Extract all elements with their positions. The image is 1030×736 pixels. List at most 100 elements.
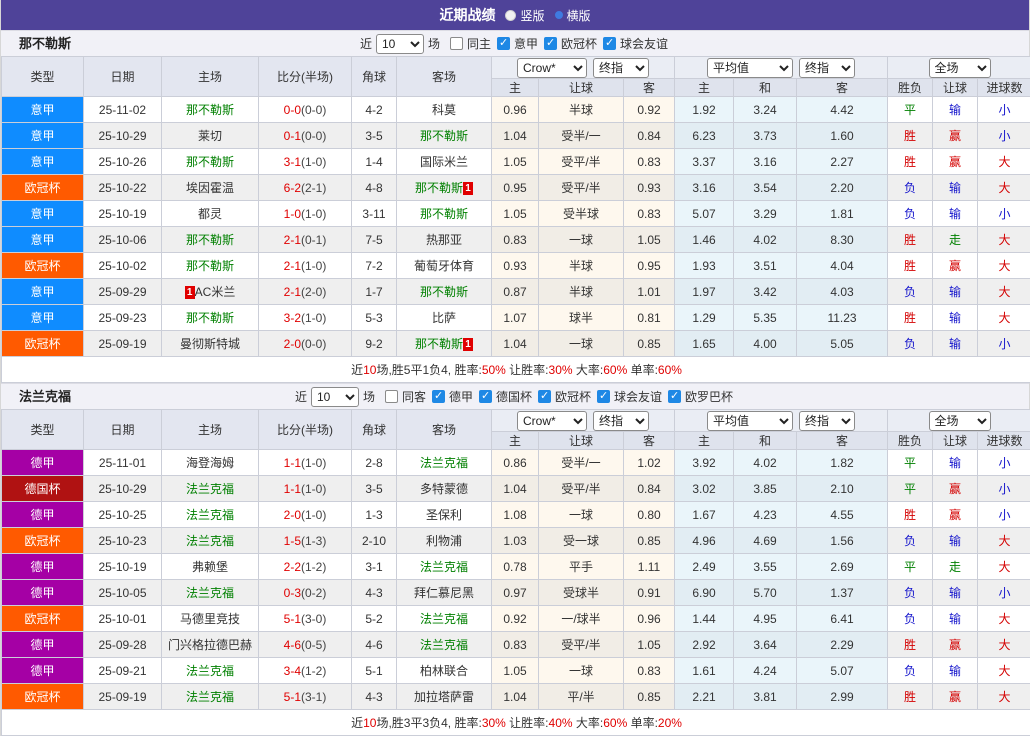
away-team-cell[interactable]: 葡萄牙体育	[397, 253, 492, 279]
team-name-link[interactable]: 那不勒斯	[420, 207, 468, 221]
result-scope-header-select[interactable]: 全场	[929, 58, 991, 78]
filter-checkbox[interactable]	[497, 37, 510, 50]
score-cell[interactable]: 5-1(3-0)	[259, 606, 352, 632]
away-team-cell[interactable]: 加拉塔萨雷	[397, 684, 492, 710]
team-name-link[interactable]: 柏林联合	[420, 664, 468, 678]
team-name-link[interactable]: 那不勒斯	[186, 233, 234, 247]
home-team-cell[interactable]: 都灵	[162, 201, 259, 227]
bookmaker-odds-header-select[interactable]: 终指	[593, 411, 649, 431]
away-team-cell[interactable]: 法兰克福	[397, 450, 492, 476]
score-cell[interactable]: 1-5(1-3)	[259, 528, 352, 554]
layout-radio-horizontal[interactable]: 横版	[555, 7, 591, 24]
score-cell[interactable]: 2-0(1-0)	[259, 502, 352, 528]
home-team-cell[interactable]: 马德里竞技	[162, 606, 259, 632]
team-name-link[interactable]: 弗赖堡	[192, 560, 228, 574]
score-cell[interactable]: 1-1(1-0)	[259, 450, 352, 476]
team-name-link[interactable]: 法兰克福	[420, 560, 468, 574]
team-name-link[interactable]: 法兰克福	[186, 690, 234, 704]
away-team-cell[interactable]: 多特蒙德	[397, 476, 492, 502]
away-team-cell[interactable]: 那不勒斯1	[397, 331, 492, 357]
team-name-link[interactable]: 圣保利	[426, 508, 462, 522]
radio-label[interactable]: 横版	[567, 7, 591, 24]
score-cell[interactable]: 6-2(2-1)	[259, 175, 352, 201]
match-count-select[interactable]: 10	[311, 387, 359, 407]
radio-icon[interactable]	[555, 11, 563, 19]
away-team-cell[interactable]: 热那亚	[397, 227, 492, 253]
team-name-link[interactable]: AC米兰	[195, 285, 236, 299]
filter-checkbox-label[interactable]: 欧冠杯	[561, 35, 597, 52]
home-team-cell[interactable]: 门兴格拉德巴赫	[162, 632, 259, 658]
team-name-link[interactable]: 莱切	[198, 129, 222, 143]
away-team-cell[interactable]: 那不勒斯	[397, 279, 492, 305]
team-name-link[interactable]: 那不勒斯	[186, 155, 234, 169]
team-name-link[interactable]: 法兰克福	[186, 586, 234, 600]
team-name-link[interactable]: 那不勒斯	[186, 311, 234, 325]
filter-checkbox-label[interactable]: 同主	[467, 35, 491, 52]
filter-checkbox-label[interactable]: 德甲	[449, 388, 473, 405]
team-name-link[interactable]: 加拉塔萨雷	[414, 690, 474, 704]
team-name-link[interactable]: 多特蒙德	[420, 482, 468, 496]
team-name-link[interactable]: 曼彻斯特城	[180, 337, 240, 351]
score-cell[interactable]: 3-1(1-0)	[259, 149, 352, 175]
team-name-link[interactable]: 法兰克福	[186, 482, 234, 496]
home-team-cell[interactable]: 埃因霍温	[162, 175, 259, 201]
filter-checkbox-label[interactable]: 意甲	[514, 35, 538, 52]
home-team-cell[interactable]: 莱切	[162, 123, 259, 149]
filter-checkbox[interactable]	[603, 37, 616, 50]
home-team-cell[interactable]: 曼彻斯特城	[162, 331, 259, 357]
away-team-cell[interactable]: 国际米兰	[397, 149, 492, 175]
team-name-link[interactable]: 都灵	[198, 207, 222, 221]
home-team-cell[interactable]: 法兰克福	[162, 476, 259, 502]
team-name-link[interactable]: 那不勒斯	[415, 181, 463, 195]
away-team-cell[interactable]: 圣保利	[397, 502, 492, 528]
filter-checkbox[interactable]	[432, 390, 445, 403]
team-name-link[interactable]: 马德里竞技	[180, 612, 240, 626]
filter-checkbox-label[interactable]: 同客	[402, 388, 426, 405]
score-cell[interactable]: 1-1(1-0)	[259, 476, 352, 502]
team-name-link[interactable]: 那不勒斯	[420, 285, 468, 299]
team-name-link[interactable]: 那不勒斯	[420, 129, 468, 143]
team-name-link[interactable]: 科莫	[432, 103, 456, 117]
filter-checkbox-label[interactable]: 球会友谊	[614, 388, 662, 405]
radio-icon[interactable]	[505, 10, 516, 21]
score-cell[interactable]: 3-2(1-0)	[259, 305, 352, 331]
filter-checkbox[interactable]	[450, 37, 463, 50]
team-name-link[interactable]: 埃因霍温	[186, 181, 234, 195]
filter-checkbox[interactable]	[668, 390, 681, 403]
filter-checkbox[interactable]	[479, 390, 492, 403]
team-name-link[interactable]: 利物浦	[426, 534, 462, 548]
bookmaker-odds-header-select[interactable]: Crow*	[517, 411, 587, 431]
away-team-cell[interactable]: 那不勒斯	[397, 201, 492, 227]
away-team-cell[interactable]: 柏林联合	[397, 658, 492, 684]
score-cell[interactable]: 0-0(0-0)	[259, 97, 352, 123]
team-name-link[interactable]: 门兴格拉德巴赫	[168, 638, 252, 652]
home-team-cell[interactable]: 那不勒斯	[162, 253, 259, 279]
away-team-cell[interactable]: 那不勒斯	[397, 123, 492, 149]
home-team-cell[interactable]: 那不勒斯	[162, 149, 259, 175]
home-team-cell[interactable]: 1AC米兰	[162, 279, 259, 305]
filter-checkbox-label[interactable]: 欧罗巴杯	[685, 388, 733, 405]
score-cell[interactable]: 2-1(2-0)	[259, 279, 352, 305]
away-team-cell[interactable]: 拜仁慕尼黑	[397, 580, 492, 606]
home-team-cell[interactable]: 法兰克福	[162, 684, 259, 710]
score-cell[interactable]: 5-1(3-1)	[259, 684, 352, 710]
home-team-cell[interactable]: 法兰克福	[162, 502, 259, 528]
team-name-link[interactable]: 法兰克福	[420, 456, 468, 470]
team-name-link[interactable]: 法兰克福	[186, 534, 234, 548]
home-team-cell[interactable]: 那不勒斯	[162, 97, 259, 123]
score-cell[interactable]: 1-0(1-0)	[259, 201, 352, 227]
average-odds-header-select[interactable]: 平均值	[707, 411, 793, 431]
score-cell[interactable]: 2-0(0-0)	[259, 331, 352, 357]
team-name-link[interactable]: 法兰克福	[186, 508, 234, 522]
team-name-link[interactable]: 拜仁慕尼黑	[414, 586, 474, 600]
layout-radio-vertical[interactable]: 竖版	[505, 7, 544, 24]
team-name-link[interactable]: 那不勒斯	[415, 337, 463, 351]
team-name-link[interactable]: 法兰克福	[420, 638, 468, 652]
result-scope-header-select[interactable]: 全场	[929, 411, 991, 431]
away-team-cell[interactable]: 法兰克福	[397, 554, 492, 580]
home-team-cell[interactable]: 海登海姆	[162, 450, 259, 476]
filter-checkbox[interactable]	[538, 390, 551, 403]
filter-checkbox[interactable]	[544, 37, 557, 50]
score-cell[interactable]: 2-2(1-2)	[259, 554, 352, 580]
bookmaker-odds-header-select[interactable]: Crow*	[517, 58, 587, 78]
